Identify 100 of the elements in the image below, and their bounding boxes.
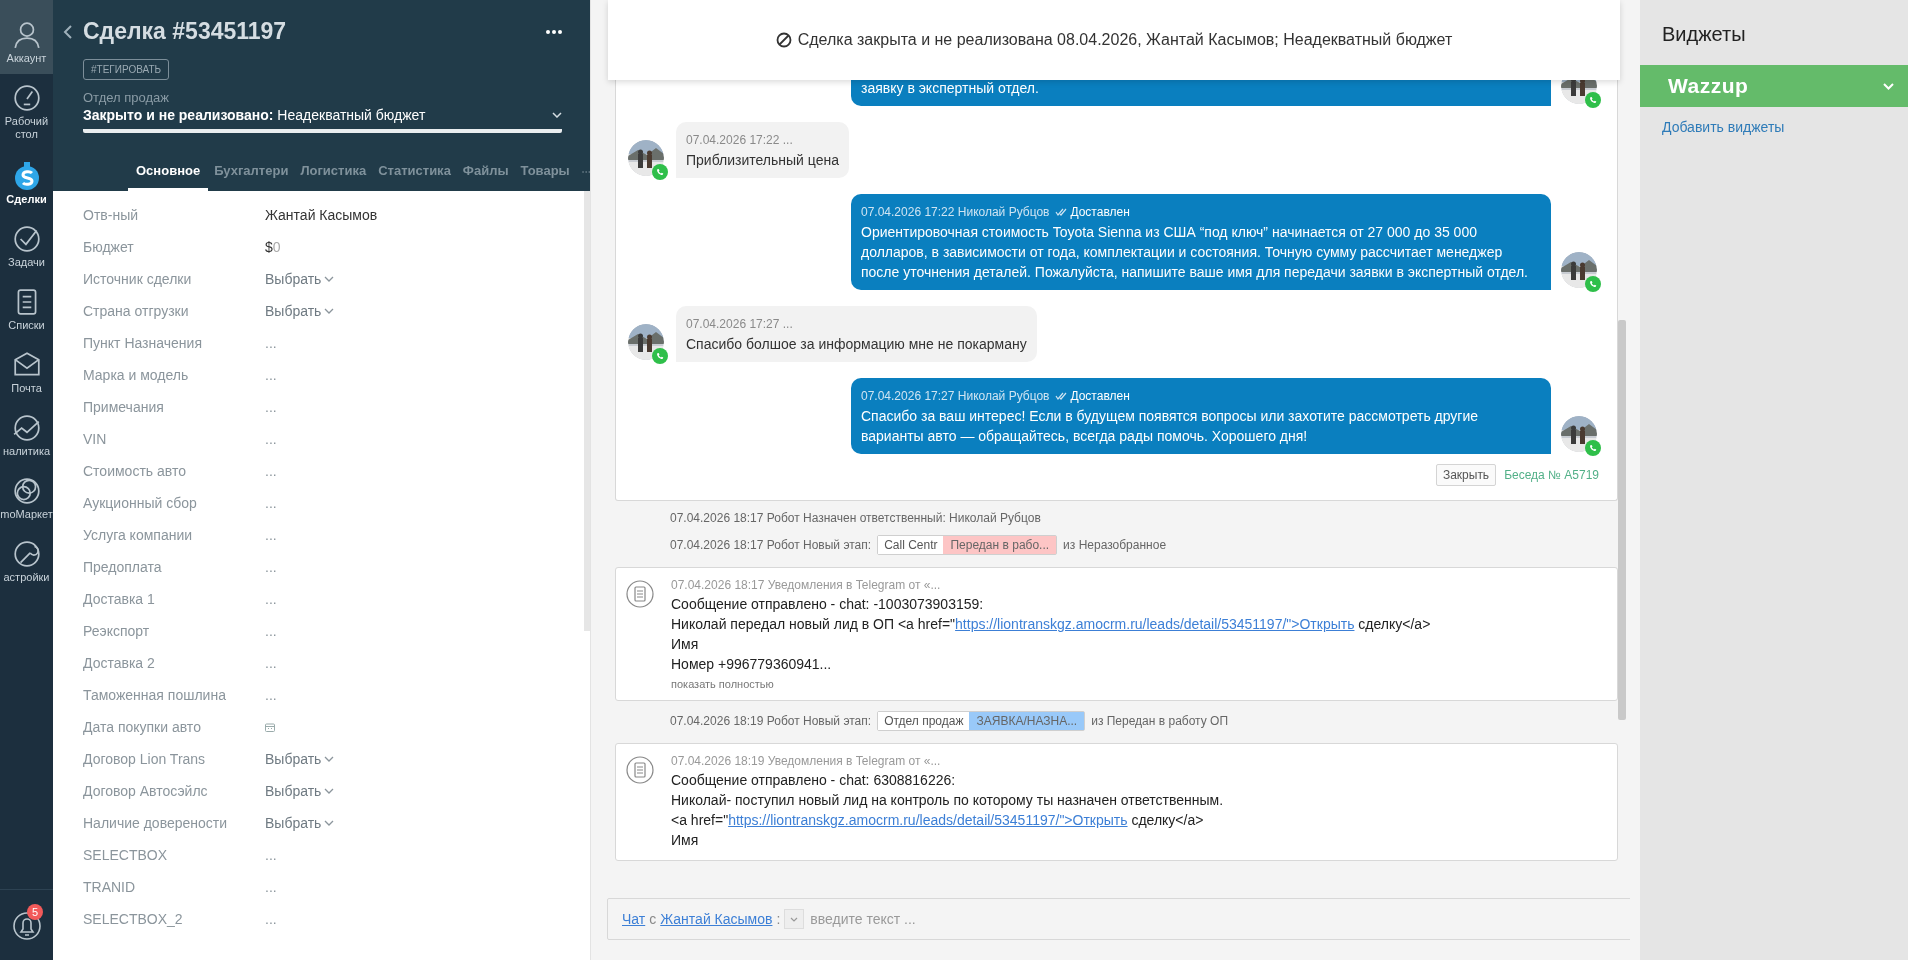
deal-title: Сделка #53451197 — [83, 18, 287, 45]
field-value[interactable]: ... — [265, 879, 277, 895]
bell-icon[interactable] — [11, 909, 42, 941]
note-line: Номер +996779360941... — [671, 655, 833, 674]
scrollbar[interactable] — [584, 191, 590, 631]
field-value[interactable]: ... — [265, 847, 277, 863]
link[interactable]: https://liontranskgz.amocrm.ru/leads/detail/53451197/">Открыть — [728, 812, 1128, 828]
note-meta: 07.04.2026 18:19 Уведомления в Telegram от «... — [671, 754, 942, 768]
field-value[interactable]: ... — [265, 911, 277, 927]
field-label: Отв-ный — [83, 207, 139, 223]
tab[interactable]: Основное — [128, 153, 209, 191]
note-line: Имя — [671, 635, 700, 654]
tab[interactable]: Файлы — [462, 153, 509, 191]
phone-bubble-icon — [1585, 92, 1601, 108]
event-text: 07.04.2026 18:19 Робот Новый этап: — [670, 714, 872, 728]
delivery-status: Доставлен — [1070, 204, 1130, 221]
field-value[interactable]: ... — [265, 495, 277, 511]
tab[interactable]: Статистика — [378, 153, 451, 191]
field-label: Аукционный сбор — [83, 495, 198, 511]
message-text: Спасибо болшое за информацию мне не покарману — [686, 335, 1027, 354]
field-label: Источник сделки — [83, 271, 193, 287]
field-label: Стоимость авто — [83, 463, 187, 479]
pipeline-label: Отдел продаж — [878, 712, 970, 730]
field-label: Страна отгрузки — [83, 303, 190, 319]
stage-label: Передан в рабо... — [943, 536, 1057, 554]
field-label: Таможенная пошлина — [83, 687, 227, 703]
message-text: Приблизительный цена — [686, 151, 839, 170]
field-label: Дата покупки авто — [83, 719, 202, 735]
select-dropdown[interactable]: Выбрать — [265, 815, 335, 831]
nav-item[interactable]: Сделки — [0, 150, 53, 215]
field-value[interactable]: ... — [265, 687, 277, 703]
select-dropdown[interactable]: Выбрать — [265, 751, 335, 767]
prohibited-icon — [775, 32, 792, 48]
double-check-icon — [1055, 392, 1068, 400]
tab[interactable]: Товары — [520, 153, 570, 191]
message-meta: 07.04.2026 17:27 Николай Рубцов — [861, 388, 1050, 405]
widget-header[interactable]: Wazzup — [1640, 65, 1908, 107]
nav-item[interactable]: астройки — [0, 530, 53, 593]
message-meta: 07.04.2026 17:22 ... — [686, 132, 793, 149]
close-button[interactable]: Закрыть — [1435, 464, 1497, 486]
check-icon — [11, 224, 42, 254]
document-icon — [626, 756, 654, 784]
back-icon[interactable] — [63, 23, 73, 40]
field-value[interactable]: ... — [265, 655, 277, 671]
field-value[interactable]: ... — [265, 431, 277, 447]
field-value[interactable]: ... — [265, 463, 277, 479]
nav-item[interactable]: Аккаунт — [0, 0, 53, 74]
chevron-down-icon — [790, 916, 799, 922]
nav-item[interactable]: Списки — [0, 278, 53, 341]
field-value[interactable]: ... — [265, 367, 277, 383]
field-value[interactable]: ... — [265, 591, 277, 607]
nav-item[interactable]: Рабочий стол — [0, 74, 53, 150]
pipeline-label: Call Centr — [878, 536, 944, 554]
field-value[interactable]: ... — [265, 527, 277, 543]
note-meta: 07.04.2026 18:17 Уведомления в Telegram от «... — [671, 578, 942, 592]
add-widgets-link[interactable]: Добавить виджеты — [1640, 107, 1908, 135]
note-line: Сообщение отправлено - chat: 6308816226: — [671, 771, 957, 790]
chat-label: : — [776, 911, 781, 927]
event-text: из Передан в работу ОП — [1091, 714, 1228, 728]
message-text: Спасибо за ваш интерес! Если в будущем появятся вопросы или захотите рассмотреть другие варианты авто — обращайтесь, всегда рады помочь. Хорошего дня! — [861, 407, 1480, 446]
field-value[interactable]: ... — [265, 623, 277, 639]
banner-text: Сделка закрыта и не реализована 08.04.2026, Жантай Касымов; Неадекватный бюджет — [797, 31, 1453, 49]
scrollbar[interactable] — [1618, 320, 1626, 720]
field-label: Доставка 1 — [83, 591, 156, 607]
field-value[interactable]: ... — [265, 399, 277, 415]
calendar-icon[interactable] — [265, 722, 275, 732]
nav-item[interactable]: Задачи — [0, 215, 53, 278]
more-icon[interactable] — [546, 28, 562, 35]
widgets-title: Виджеты — [1661, 22, 1747, 47]
chevron-down-icon[interactable] — [1883, 82, 1894, 90]
message-text: заявку в экспертный отдел. — [861, 79, 1040, 98]
tag-button[interactable]: #ТЕГИРОВАТЬ — [83, 59, 170, 80]
contact-link[interactable]: Жантай Касымов — [660, 911, 773, 927]
link[interactable]: https://liontranskgz.amocrm.ru/leads/detail/53451197/">Открыть — [955, 616, 1355, 632]
status-select[interactable]: Закрыто и не реализовано: Неадекватный бюджет — [83, 107, 562, 133]
select-dropdown[interactable]: Выбрать — [265, 271, 335, 287]
field-value[interactable]: Жантай Касымов — [265, 207, 378, 223]
gauge-icon — [11, 83, 42, 113]
note-line: <a href="https://liontranskgz.amocrm.ru/leads/detail/53451197/">Открыть сделку</a> — [671, 811, 1205, 830]
dropdown-toggle[interactable] — [784, 909, 805, 929]
chat-link[interactable]: Чат — [622, 911, 646, 927]
field-label: Наличие доверености — [83, 815, 229, 831]
nav-item[interactable]: moМаркет — [0, 467, 53, 530]
show-more-link[interactable]: показать полностью — [671, 678, 1603, 690]
nav-item[interactable]: Почта — [0, 341, 53, 404]
nav-item[interactable]: налитика — [0, 404, 53, 467]
field-label: Марка и модель — [83, 367, 190, 383]
field-label: Примечания — [83, 399, 165, 415]
select-dropdown[interactable]: Выбрать — [265, 303, 335, 319]
field-value[interactable]: $0 — [265, 239, 281, 255]
field-label: Договор Автосэйлс — [83, 783, 209, 799]
field-value[interactable]: ... — [265, 559, 277, 575]
message-input[interactable]: введите текст ... — [808, 910, 1213, 928]
circles-icon — [11, 476, 42, 506]
message-text: Ориентировочная стоимость Toyota Sienna из США “под ключ” начинается от 27 000 до 35 000 долларов, в зависимости от года, комплектации и состояния. Точную сумму рассчитает менеджер после уточнения деталей. Пожалуйста, напишите ваше имя для передачи заявки в экспертный отдел. — [861, 223, 1529, 282]
field-value[interactable]: ... — [265, 335, 277, 351]
tab[interactable]: Логистика — [300, 153, 367, 191]
tab[interactable]: Бухгалтери — [214, 153, 289, 191]
field-label: Услуга компании — [83, 527, 194, 543]
select-dropdown[interactable]: Выбрать — [265, 783, 335, 799]
